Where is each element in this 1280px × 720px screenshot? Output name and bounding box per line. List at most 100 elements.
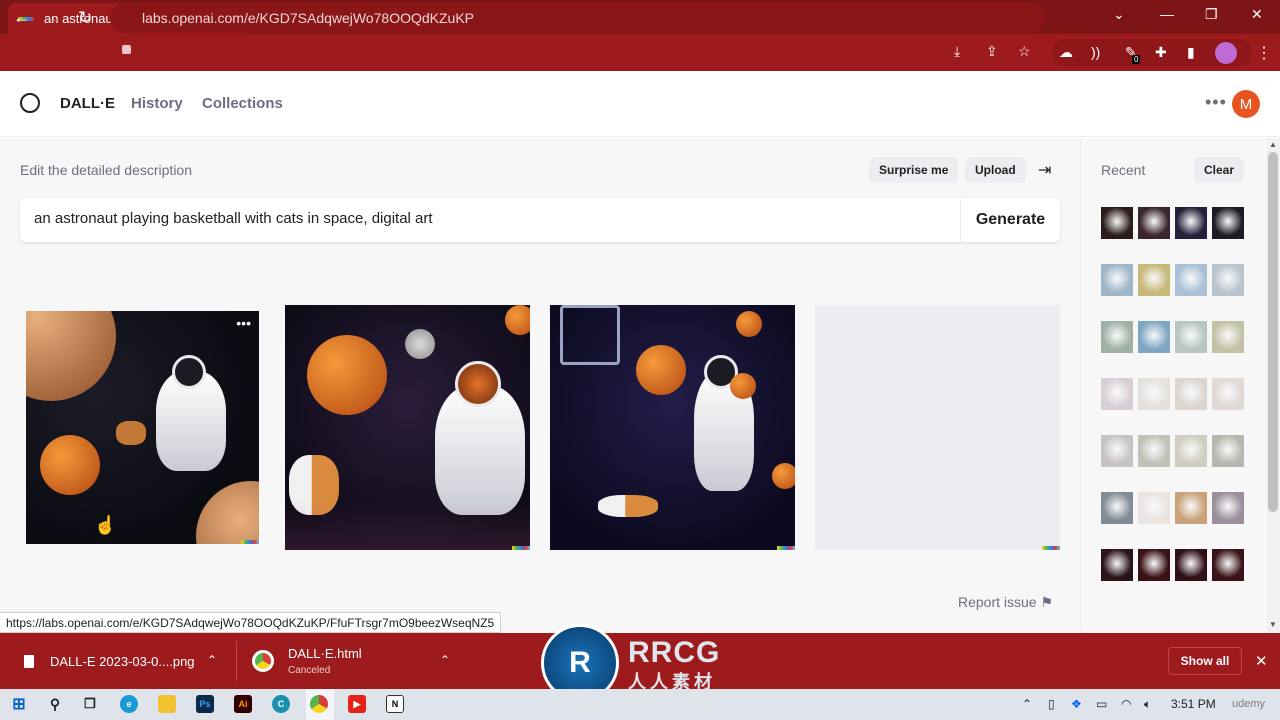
nav-collections[interactable]: Collections [202, 95, 283, 112]
collapse-sidebar-icon[interactable]: ⇥ [1038, 160, 1051, 180]
task-view-icon[interactable]: ❒ [81, 695, 99, 713]
basketball-shape [505, 305, 530, 335]
app-icon[interactable]: C [272, 695, 290, 713]
basketball-shape [40, 435, 100, 495]
user-avatar[interactable]: M [1232, 90, 1260, 118]
restore-icon[interactable]: ❐ [1205, 6, 1218, 23]
battery-icon[interactable]: ▭ [1096, 697, 1107, 711]
browser-menu-icon[interactable]: ⋮ [1256, 43, 1272, 63]
bookmark-star-icon[interactable]: ☆ [1018, 43, 1031, 60]
recent-thumbnail[interactable] [1175, 549, 1207, 581]
extension-audio-icon[interactable]: )) [1091, 44, 1100, 60]
extensions-puzzle-icon[interactable]: ✚ [1155, 44, 1167, 61]
dropbox-icon[interactable]: ❖ [1071, 697, 1082, 711]
tab-search-icon[interactable]: ⌄ [1113, 6, 1125, 23]
recent-thumbnail[interactable] [1212, 435, 1244, 467]
browser-profile-avatar[interactable] [1215, 42, 1237, 64]
clear-button[interactable]: Clear [1194, 157, 1244, 183]
recent-thumbnail[interactable] [1212, 321, 1244, 353]
scroll-thumb[interactable] [1268, 152, 1278, 512]
recent-thumbnail[interactable] [1101, 321, 1133, 353]
downloads-close-icon[interactable]: ✕ [1255, 652, 1268, 670]
file-explorer-icon[interactable] [158, 695, 176, 713]
recent-thumbnail[interactable] [1212, 207, 1244, 239]
recent-thumbnail[interactable] [1138, 549, 1170, 581]
planet-shape [26, 311, 116, 401]
prompt-input[interactable] [34, 210, 934, 227]
recent-thumbnail[interactable] [1138, 264, 1170, 296]
recent-thumbnail[interactable] [1138, 435, 1170, 467]
share-icon[interactable]: ⇪ [986, 43, 998, 60]
recent-thumbnail[interactable] [1212, 264, 1244, 296]
notion-icon[interactable]: N [386, 695, 404, 713]
minimize-icon[interactable]: — [1160, 6, 1174, 22]
result-image-2[interactable] [285, 305, 530, 550]
photoshop-icon[interactable]: Ps [196, 695, 214, 713]
download-item-2[interactable]: DALL·E.html Canceled [252, 633, 362, 689]
scroll-down-icon[interactable]: ▼ [1269, 620, 1277, 629]
download-options-icon[interactable]: ⌃ [207, 653, 217, 667]
install-icon[interactable]: ⤓ [954, 43, 960, 60]
recent-thumbnail[interactable] [1138, 378, 1170, 410]
recent-thumbnail[interactable] [1175, 264, 1207, 296]
upload-button[interactable]: Upload [965, 157, 1026, 183]
volume-icon[interactable]: 🔈︎ [1144, 697, 1151, 712]
download-item-1[interactable]: DALL-E 2023-03-0....png [24, 633, 195, 689]
chrome-taskbar-icon[interactable] [310, 695, 328, 713]
taskbar-clock[interactable]: 3:51 PM [1171, 697, 1216, 711]
wifi-icon[interactable]: ◠ [1121, 697, 1131, 711]
recent-thumbnail[interactable] [1101, 492, 1133, 524]
generate-button[interactable]: Generate [960, 198, 1060, 242]
recent-thumbnail[interactable] [1175, 492, 1207, 524]
nav-dalle[interactable]: DALL·E [60, 95, 115, 112]
surprise-me-button[interactable]: Surprise me [869, 157, 959, 183]
back-icon[interactable]: ← [13, 8, 30, 28]
recent-thumbnail[interactable] [1212, 492, 1244, 524]
url-text: labs.openai.com/e/KGD7SAdqwejWo78OOQdKZu… [142, 10, 475, 26]
recent-thumbnail[interactable] [1175, 321, 1207, 353]
forward-icon[interactable]: → [45, 8, 62, 28]
tray-chevron-icon[interactable]: ⌃ [1022, 697, 1032, 711]
image-options-icon[interactable]: ••• [236, 315, 251, 331]
windows-start-icon[interactable]: ⊞ [10, 695, 28, 713]
window-close-icon[interactable]: ✕ [1251, 6, 1263, 23]
planet-shape [405, 329, 435, 359]
basketball-shape [307, 335, 387, 415]
openai-logo-icon[interactable] [20, 93, 40, 113]
address-bar[interactable]: labs.openai.com/e/KGD7SAdqwejWo78OOQdKZu… [110, 3, 1045, 33]
youtube-icon[interactable]: ▶ [348, 695, 366, 713]
recent-thumbnail[interactable] [1138, 321, 1170, 353]
recent-thumbnail[interactable] [1101, 264, 1133, 296]
recent-thumbnail[interactable] [1101, 207, 1133, 239]
basketball-shape [636, 345, 686, 395]
report-issue-link[interactable]: Report issue ⚑ [958, 594, 1053, 611]
result-image-3[interactable] [550, 305, 795, 550]
reload-icon[interactable]: ↻ [78, 8, 92, 28]
illustrator-icon[interactable]: Ai [234, 695, 252, 713]
recent-thumbnail[interactable] [1175, 378, 1207, 410]
result-image-1[interactable]: ••• ☝ [26, 311, 259, 544]
sidebar-scrollbar[interactable]: ▲ ▼ [1266, 138, 1280, 633]
lock-icon[interactable] [122, 45, 131, 54]
extension-cloud-icon[interactable]: ☁ [1059, 44, 1073, 61]
result-image-4-loading[interactable] [815, 305, 1060, 550]
recent-thumbnail[interactable] [1138, 207, 1170, 239]
usb-icon[interactable]: ▯ [1048, 697, 1055, 711]
recent-thumbnail[interactable] [1175, 435, 1207, 467]
recent-thumbnail[interactable] [1175, 207, 1207, 239]
side-panel-icon[interactable]: ▮ [1187, 44, 1195, 61]
recent-thumbnail[interactable] [1212, 549, 1244, 581]
file-icon [24, 654, 34, 668]
search-icon[interactable]: ⚲ [46, 695, 64, 713]
nav-history[interactable]: History [131, 95, 183, 112]
recent-thumbnail[interactable] [1101, 435, 1133, 467]
scroll-up-icon[interactable]: ▲ [1269, 140, 1277, 149]
recent-thumbnail[interactable] [1212, 378, 1244, 410]
recent-thumbnail[interactable] [1101, 378, 1133, 410]
edge-icon[interactable]: e [120, 695, 138, 713]
show-all-button[interactable]: Show all [1168, 647, 1242, 675]
recent-thumbnail[interactable] [1138, 492, 1170, 524]
download-options-icon[interactable]: ⌃ [440, 653, 450, 667]
recent-thumbnail[interactable] [1101, 549, 1133, 581]
more-options-icon[interactable]: ••• [1205, 92, 1227, 113]
